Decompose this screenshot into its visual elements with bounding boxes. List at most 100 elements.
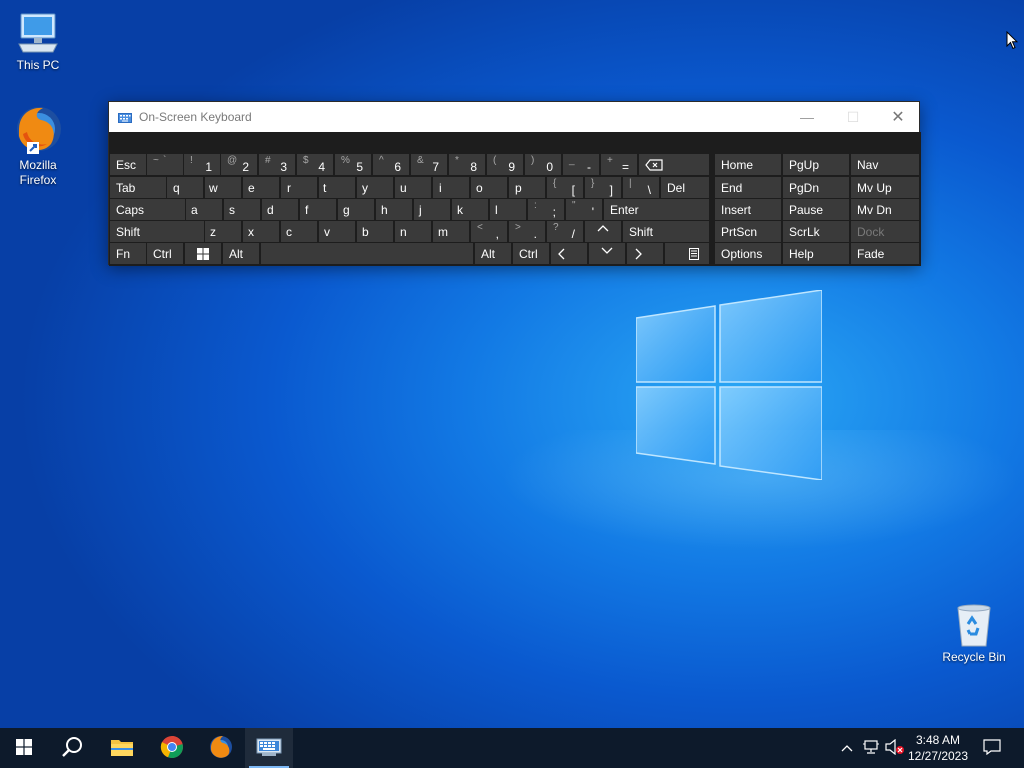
search-button[interactable] xyxy=(48,728,96,768)
key-y[interactable]: y xyxy=(357,177,393,198)
network-tray-button[interactable] xyxy=(860,728,882,768)
key-windows[interactable] xyxy=(185,243,221,264)
key-slash[interactable]: ? / xyxy=(547,221,583,242)
key-nav[interactable]: Nav xyxy=(851,154,919,175)
key-alt-left[interactable]: Alt xyxy=(223,243,259,264)
volume-tray-button[interactable] xyxy=(884,728,906,768)
key-p[interactable]: p xyxy=(509,177,545,198)
key-q[interactable]: q xyxy=(167,177,203,198)
key-h[interactable]: h xyxy=(376,199,412,220)
key-pgup[interactable]: PgUp xyxy=(783,154,849,175)
close-button[interactable]: ✕ xyxy=(875,102,921,132)
key-semicolon[interactable]: :; xyxy=(528,199,564,220)
key-z[interactable]: z xyxy=(205,221,241,242)
key-home[interactable]: Home xyxy=(715,154,781,175)
key-w[interactable]: w xyxy=(205,177,241,198)
key-8[interactable]: * 8 xyxy=(449,154,485,175)
key-mv-up[interactable]: Mv Up xyxy=(851,177,919,198)
show-hidden-icons-button[interactable] xyxy=(836,728,858,768)
desktop-icon-recycle-bin[interactable]: Recycle Bin xyxy=(936,602,1012,665)
key-4[interactable]: $4 xyxy=(297,154,333,175)
key-backslash[interactable]: | \ xyxy=(623,177,659,198)
key-r[interactable]: r xyxy=(281,177,317,198)
key-c[interactable]: c xyxy=(281,221,317,242)
key-menu[interactable] xyxy=(665,243,709,264)
key-1[interactable]: ! 1 xyxy=(184,154,220,175)
key-d[interactable]: d xyxy=(262,199,298,220)
key-7[interactable]: & 7 xyxy=(411,154,447,175)
taskbar-on-screen-keyboard[interactable] xyxy=(245,728,293,768)
key-9[interactable]: (9 xyxy=(487,154,523,175)
key-help[interactable]: Help xyxy=(783,243,849,264)
action-center-button[interactable] xyxy=(978,728,1006,768)
key-v[interactable]: v xyxy=(319,221,355,242)
key-scrlk[interactable]: ScrLk xyxy=(783,221,849,242)
key-fade[interactable]: Fade xyxy=(851,243,919,264)
key-shift-right[interactable]: Shift xyxy=(623,221,709,242)
key-space[interactable] xyxy=(261,243,473,264)
key-l[interactable]: l xyxy=(490,199,526,220)
key-6[interactable]: ^ 6 xyxy=(373,154,409,175)
key-n[interactable]: n xyxy=(395,221,431,242)
key-a[interactable]: a xyxy=(186,199,222,220)
key-t[interactable]: t xyxy=(319,177,355,198)
key-x[interactable]: x xyxy=(243,221,279,242)
key-g[interactable]: g xyxy=(338,199,374,220)
key-shift-left[interactable]: Shift xyxy=(110,221,204,242)
key-comma[interactable]: <, xyxy=(471,221,507,242)
desktop-icon-this-pc[interactable]: This PC xyxy=(0,10,76,73)
key-o[interactable]: o xyxy=(471,177,507,198)
key-u[interactable]: u xyxy=(395,177,431,198)
key-0[interactable]: ) 0 xyxy=(525,154,561,175)
start-button[interactable] xyxy=(0,728,48,768)
key-fn[interactable]: Fn xyxy=(110,243,146,264)
key-esc[interactable]: Esc xyxy=(110,154,146,175)
key-pause[interactable]: Pause xyxy=(783,199,849,220)
key-e[interactable]: e xyxy=(243,177,279,198)
key-m[interactable]: m xyxy=(433,221,469,242)
key-arrow-down[interactable] xyxy=(589,243,625,264)
key-dock[interactable]: Dock xyxy=(851,221,919,242)
desktop-icon-firefox[interactable]: Mozilla Firefox xyxy=(0,104,76,188)
key-arrow-left[interactable] xyxy=(551,243,587,264)
key-arrow-right[interactable] xyxy=(627,243,663,264)
key-2[interactable]: @2 xyxy=(221,154,257,175)
taskbar-clock[interactable]: 3:48 AM 12/27/2023 xyxy=(905,732,971,764)
key-quote[interactable]: " ' xyxy=(566,199,602,220)
key-s[interactable]: s xyxy=(224,199,260,220)
key-i[interactable]: i xyxy=(433,177,469,198)
key-backspace[interactable] xyxy=(639,154,709,175)
key-b[interactable]: b xyxy=(357,221,393,242)
key-del[interactable]: Del xyxy=(661,177,709,198)
key-5[interactable]: % 5 xyxy=(335,154,371,175)
key-pgdn[interactable]: PgDn xyxy=(783,177,849,198)
key-minus[interactable]: _ - xyxy=(563,154,599,175)
key-ctrl-left[interactable]: Ctrl xyxy=(147,243,183,264)
key-right-bracket[interactable]: }] xyxy=(585,177,621,198)
key-k[interactable]: k xyxy=(452,199,488,220)
key-left-bracket[interactable]: {[ xyxy=(547,177,583,198)
title-bar[interactable]: On-Screen Keyboard — ☐ ✕ xyxy=(109,102,919,132)
key-arrow-up[interactable] xyxy=(585,221,621,242)
key-insert[interactable]: Insert xyxy=(715,199,781,220)
key-alt-right[interactable]: Alt xyxy=(475,243,511,264)
key-3[interactable]: #3 xyxy=(259,154,295,175)
key-j[interactable]: j xyxy=(414,199,450,220)
key-tab[interactable]: Tab xyxy=(110,177,166,198)
taskbar-file-explorer[interactable] xyxy=(98,728,146,768)
taskbar-firefox[interactable] xyxy=(197,728,245,768)
minimize-button[interactable]: — xyxy=(784,102,830,132)
taskbar-chrome[interactable] xyxy=(148,728,196,768)
key-end[interactable]: End xyxy=(715,177,781,198)
key-options[interactable]: Options xyxy=(715,243,781,264)
key-prtscn[interactable]: PrtScn xyxy=(715,221,781,242)
key-equal[interactable]: + = xyxy=(601,154,637,175)
key-enter[interactable]: Enter xyxy=(604,199,709,220)
key-caps[interactable]: Caps xyxy=(110,199,185,220)
key-period[interactable]: >. xyxy=(509,221,545,242)
key-mv-dn[interactable]: Mv Dn xyxy=(851,199,919,220)
maximize-button[interactable]: ☐ xyxy=(830,102,876,132)
key-ctrl-right[interactable]: Ctrl xyxy=(513,243,549,264)
key-tilde[interactable]: ~ ` xyxy=(147,154,183,175)
key-f[interactable]: f xyxy=(300,199,336,220)
